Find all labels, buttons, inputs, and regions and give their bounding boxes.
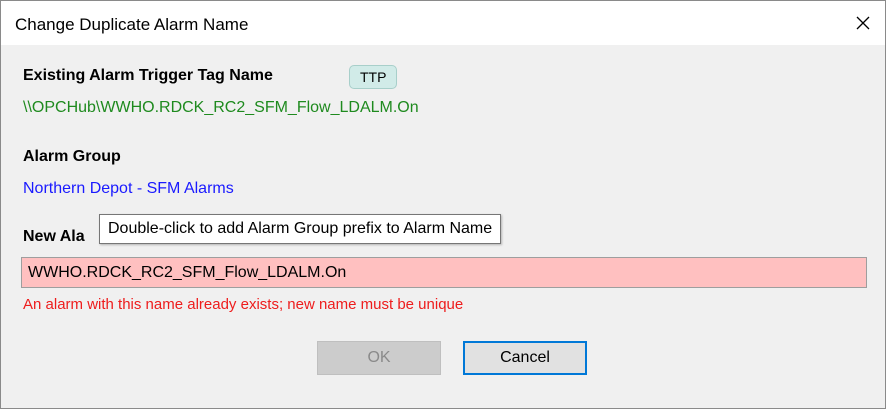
dialog-title: Change Duplicate Alarm Name bbox=[15, 15, 249, 34]
change-duplicate-alarm-dialog: Change Duplicate Alarm Name Existing Ala… bbox=[0, 0, 886, 409]
prefix-tooltip: Double-click to add Alarm Group prefix t… bbox=[99, 214, 502, 244]
ttp-badge: TTP bbox=[349, 65, 398, 89]
existing-tag-label: Existing Alarm Trigger Tag Name bbox=[23, 67, 273, 84]
new-alarm-name-input[interactable] bbox=[21, 257, 867, 288]
ok-button[interactable]: OK bbox=[317, 341, 441, 375]
alarm-group-label: Alarm Group bbox=[23, 148, 121, 165]
cancel-button[interactable]: Cancel bbox=[463, 341, 587, 375]
close-button[interactable] bbox=[849, 9, 877, 37]
alarm-group-value: Northern Depot - SFM Alarms bbox=[23, 180, 234, 197]
close-icon bbox=[856, 16, 870, 30]
title-bar: Change Duplicate Alarm Name bbox=[1, 1, 885, 45]
existing-tag-path: \\OPCHub\WWHO.RDCK_RC2_SFM_Flow_LDALM.On bbox=[23, 99, 419, 116]
new-alarm-name-label: New Ala bbox=[23, 228, 85, 245]
duplicate-name-error: An alarm with this name already exists; … bbox=[23, 296, 464, 313]
